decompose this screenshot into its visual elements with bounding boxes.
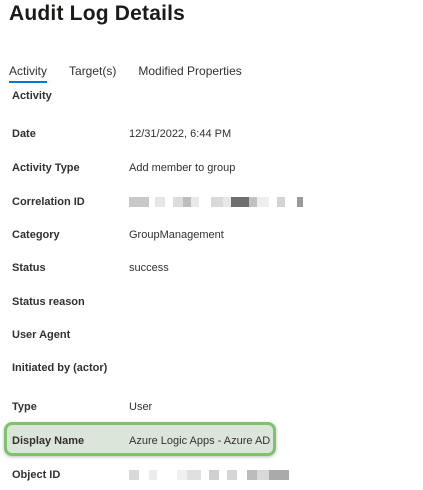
tab-targets[interactable]: Target(s) [69, 62, 116, 78]
tab-activity[interactable]: Activity [9, 62, 48, 83]
detail-row-category: Category GroupManagement [12, 226, 412, 244]
detail-row-status: Status success [12, 259, 412, 277]
detail-label: Status [12, 262, 46, 274]
audit-log-details-panel: Audit Log Details Activity Target(s) Mod… [0, 0, 423, 490]
detail-label: Category [12, 229, 60, 241]
redacted-object-id [129, 470, 289, 480]
detail-row-activity-type: Activity Type Add member to group [12, 159, 412, 177]
detail-value: 12/31/2022, 6:44 PM [129, 128, 232, 140]
tab-modified-properties[interactable]: Modified Properties [138, 62, 241, 78]
detail-label: User Agent [12, 329, 71, 341]
section-heading-initiated-by: Initiated by (actor) [12, 362, 108, 374]
detail-value: Add member to group [129, 162, 236, 174]
detail-label: Activity Type [12, 162, 80, 174]
section-heading-activity: Activity [12, 90, 52, 102]
detail-row-correlation-id: Correlation ID [12, 193, 412, 211]
detail-label: Correlation ID [12, 196, 85, 208]
detail-label: Type [12, 401, 37, 413]
detail-row-user-agent: User Agent [12, 326, 412, 344]
tab-bar: Activity Target(s) Modified Properties [9, 62, 242, 84]
redacted-correlation-id [129, 197, 303, 207]
detail-row-date: Date 12/31/2022, 6:44 PM [12, 125, 412, 143]
detail-value: GroupManagement [129, 229, 224, 241]
detail-label: Date [12, 128, 36, 140]
detail-row-status-reason: Status reason [12, 293, 412, 311]
detail-value: User [129, 401, 153, 413]
detail-row-object-id: Object ID [12, 466, 412, 484]
status-value: success [129, 262, 169, 274]
page-title: Audit Log Details [9, 2, 186, 25]
detail-label: Status reason [12, 296, 85, 308]
detail-row-type: Type User [12, 398, 412, 416]
detail-label: Display Name [12, 435, 85, 447]
display-name-value: Azure Logic Apps - Azure AD [129, 435, 271, 447]
detail-label: Object ID [12, 469, 61, 481]
detail-row-display-name: Display Name Azure Logic Apps - Azure AD [12, 432, 412, 450]
